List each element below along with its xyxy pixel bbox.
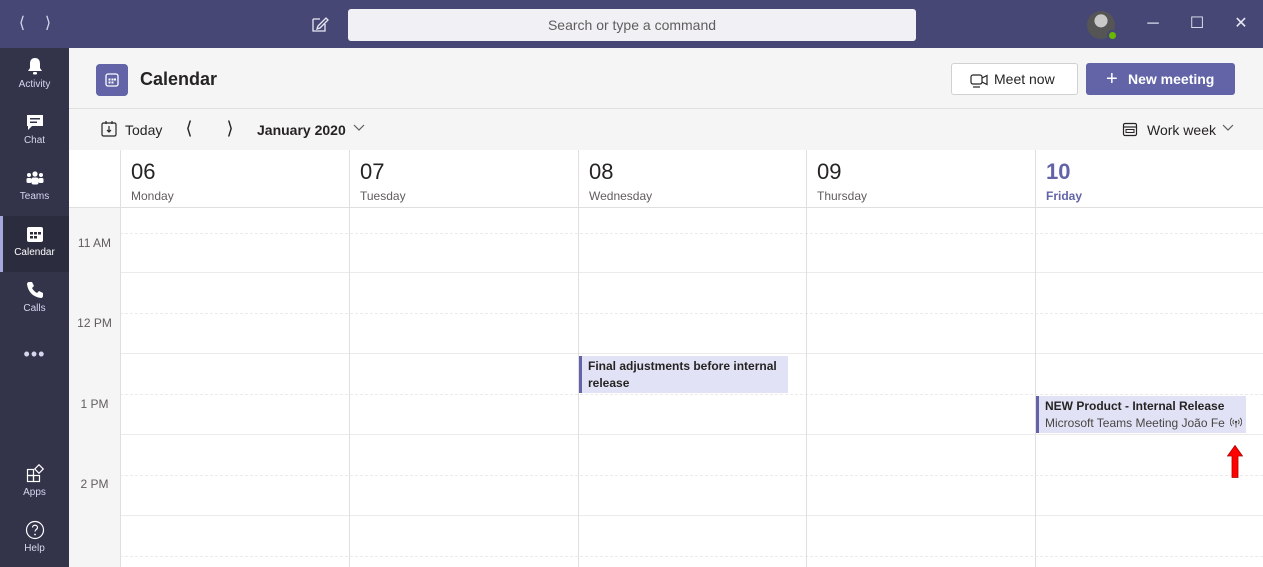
rail-item-label: Chat: [23, 135, 46, 146]
event-subtitle: Microsoft Teams Meeting João Fe: [1045, 416, 1225, 430]
rail-item-label: Calendar: [14, 247, 55, 258]
day-name: Tuesday: [360, 189, 406, 203]
half-hour-line: [120, 556, 1263, 557]
day-column-divider: [120, 208, 121, 567]
close-button[interactable]: ✕: [1229, 12, 1253, 36]
apps-icon: [26, 464, 44, 483]
time-grid[interactable]: 11 AM 12 PM 1 PM 2 PM Final adjustments …: [69, 208, 1263, 567]
day-number: 06: [131, 159, 156, 184]
rail-item-calendar[interactable]: Calendar: [0, 216, 69, 272]
day-column-divider: [806, 208, 807, 567]
help-icon: [25, 520, 44, 540]
presence-available-icon: [1107, 30, 1118, 41]
broadcast-icon: [1230, 416, 1242, 428]
day-header-tuesday[interactable]: 07 Tuesday: [349, 150, 578, 208]
calendar-today-icon[interactable]: [100, 120, 118, 138]
chat-icon: [26, 115, 43, 130]
rail-item-label: Calls: [23, 303, 46, 314]
rail-item-teams[interactable]: Teams: [0, 160, 69, 216]
time-label: 12 PM: [77, 316, 112, 330]
meet-now-label: Meet now: [994, 71, 1055, 87]
bell-icon: [27, 58, 42, 75]
chevron-down-icon[interactable]: [352, 120, 366, 134]
day-name: Wednesday: [589, 189, 653, 203]
teams-icon: [26, 171, 43, 185]
day-number: 10: [1046, 159, 1071, 184]
time-label: 2 PM: [80, 477, 109, 491]
time-label: 1 PM: [80, 397, 109, 411]
page-title: Calendar: [140, 69, 218, 89]
day-number: 07: [360, 159, 385, 184]
day-header-row: 06 Monday 07 Tuesday 08 Wednesday 09 Thu…: [69, 150, 1263, 208]
event-final-adjustments[interactable]: Final adjustments before internal releas…: [579, 356, 788, 393]
rail-item-chat[interactable]: Chat: [0, 104, 69, 160]
event-title: Final adjustments before internal releas…: [588, 359, 777, 390]
calendar-view-icon: [1122, 122, 1138, 137]
calendar-app-icon: [96, 64, 128, 96]
time-label: 11 AM: [77, 236, 112, 250]
calendar-toolbar: Today ⟨ ⟩ January 2020 Work week: [69, 108, 1263, 150]
half-hour-line: [120, 475, 1263, 476]
chevron-left-icon[interactable]: ⟨: [181, 118, 197, 139]
minimize-button[interactable]: ─: [1141, 12, 1165, 36]
month-picker[interactable]: January 2020: [257, 122, 346, 138]
event-new-product-release[interactable]: NEW Product - Internal Release Microsoft…: [1036, 396, 1246, 433]
rail-item-label: Teams: [19, 191, 50, 202]
new-meeting-button[interactable]: + New meeting: [1086, 63, 1235, 95]
calendar-week-view: 06 Monday 07 Tuesday 08 Wednesday 09 Thu…: [69, 150, 1263, 567]
half-hour-line: [120, 313, 1263, 314]
day-header-monday[interactable]: 06 Monday: [120, 150, 349, 208]
day-name: Monday: [131, 189, 174, 203]
view-picker[interactable]: Work week: [1147, 122, 1216, 138]
maximize-button[interactable]: ☐: [1185, 12, 1209, 36]
app-bar: Activity Chat Teams Calendar Calls ••• A…: [0, 48, 69, 567]
day-header-friday[interactable]: 10 Friday: [1035, 150, 1263, 208]
rail-item-help[interactable]: Help: [0, 512, 69, 567]
calendar-icon: [26, 227, 43, 242]
rail-item-label: Activity: [18, 79, 51, 90]
new-meeting-label: New meeting: [1128, 71, 1215, 87]
day-column-divider: [1035, 208, 1036, 567]
rail-item-calls[interactable]: Calls: [0, 272, 69, 328]
phone-icon: [26, 282, 43, 298]
red-arrow-up-icon: [1227, 445, 1243, 478]
hour-line: [120, 434, 1263, 435]
day-number: 08: [589, 159, 614, 184]
chevron-left-icon[interactable]: ⟨: [12, 14, 32, 34]
page-header: Calendar Meet now + New meeting: [69, 48, 1263, 108]
meet-now-button[interactable]: Meet now: [951, 63, 1078, 95]
time-gutter: [69, 208, 120, 567]
compose-icon[interactable]: [310, 14, 330, 34]
half-hour-line: [120, 233, 1263, 234]
hour-line: [120, 515, 1263, 516]
hour-line: [120, 272, 1263, 273]
video-camera-icon: [970, 74, 988, 88]
chevron-down-icon[interactable]: [1221, 120, 1235, 134]
today-button[interactable]: Today: [125, 122, 162, 138]
plus-icon: +: [1106, 68, 1118, 90]
rail-item-label: Help: [24, 543, 45, 554]
day-column-divider: [349, 208, 350, 567]
more-apps-button[interactable]: •••: [0, 344, 69, 365]
search-input[interactable]: Search or type a command: [348, 9, 916, 41]
rail-item-apps[interactable]: Apps: [0, 456, 69, 512]
day-header-thursday[interactable]: 09 Thursday: [806, 150, 1035, 208]
title-bar: ⟨ ⟩ Search or type a command ─ ☐ ✕: [0, 0, 1263, 48]
half-hour-line: [120, 394, 1263, 395]
rail-item-activity[interactable]: Activity: [0, 48, 69, 104]
hour-line: [120, 353, 1263, 354]
event-title: NEW Product - Internal Release: [1045, 399, 1225, 413]
day-name: Friday: [1046, 189, 1083, 203]
day-number: 09: [817, 159, 842, 184]
chevron-right-icon[interactable]: ⟩: [222, 118, 238, 139]
day-header-wednesday[interactable]: 08 Wednesday: [578, 150, 806, 208]
chevron-right-icon[interactable]: ⟩: [38, 14, 58, 34]
rail-item-label: Apps: [23, 487, 46, 498]
day-name: Thursday: [817, 189, 868, 203]
